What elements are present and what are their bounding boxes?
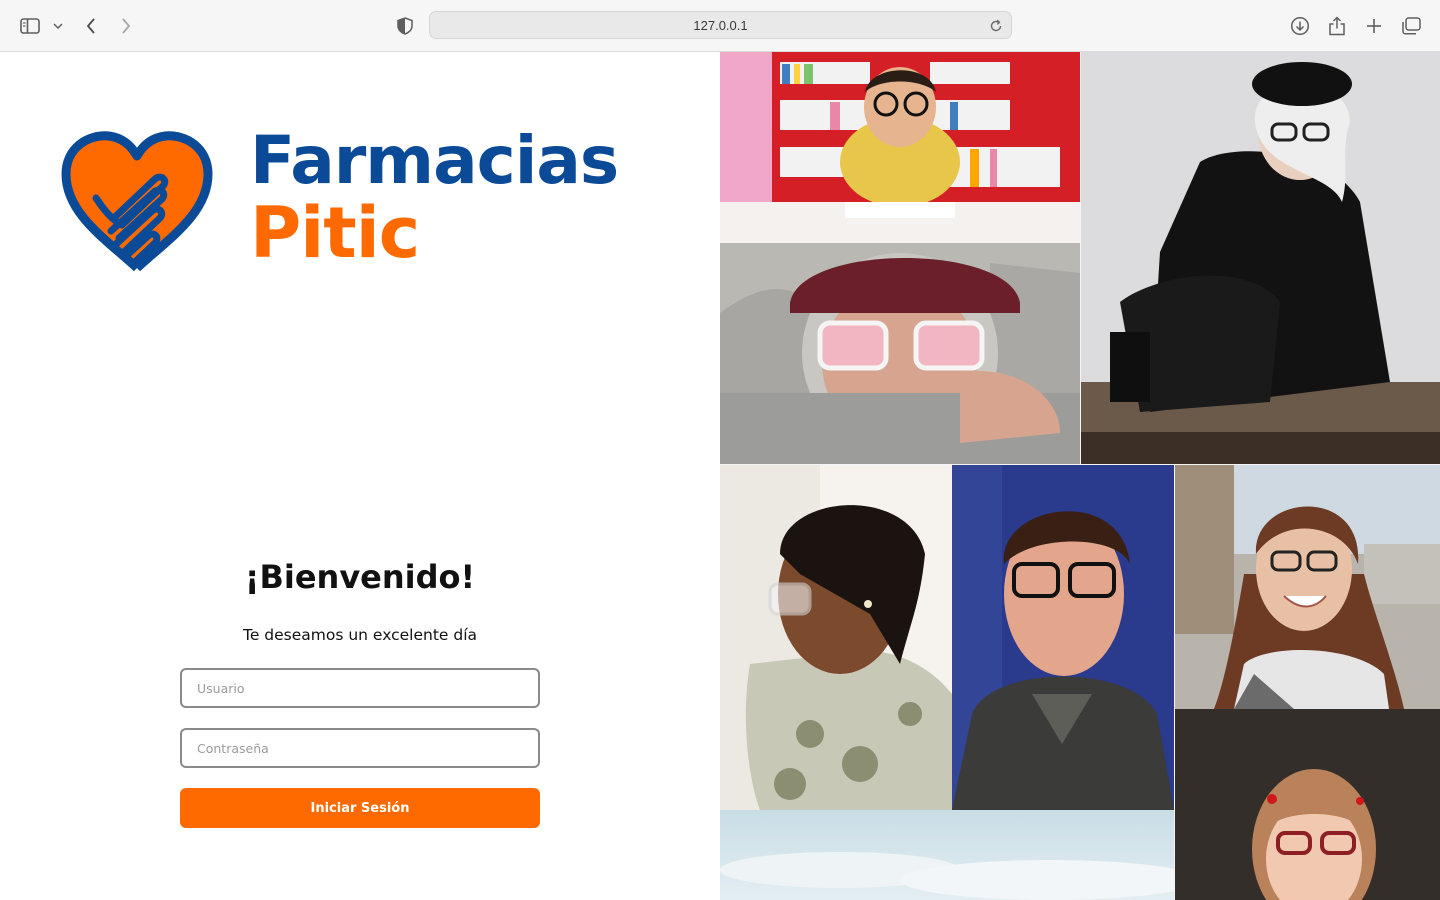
welcome-subtitle: Te deseamos un excelente día bbox=[242, 626, 477, 644]
back-icon[interactable] bbox=[78, 13, 104, 39]
download-icon[interactable] bbox=[1287, 13, 1313, 39]
reload-icon[interactable] bbox=[989, 18, 1005, 34]
sidebar-icon[interactable] bbox=[17, 13, 43, 39]
login-panel: Farmacias Pitic ¡Bienvenido! Te deseamos… bbox=[0, 52, 720, 900]
smiling-girl-glasses-photo bbox=[1174, 464, 1440, 709]
older-woman-black-outfit-photo bbox=[1080, 52, 1440, 464]
welcome-heading: ¡Bienvenido! bbox=[244, 558, 476, 596]
chevron-down-icon[interactable] bbox=[48, 13, 68, 39]
heart-hands-logo-icon bbox=[52, 128, 222, 278]
little-girl-red-glasses-photo bbox=[1174, 709, 1440, 900]
password-input[interactable] bbox=[180, 728, 540, 768]
browser-toolbar: 127.0.0.1 bbox=[0, 0, 1440, 52]
forward-icon[interactable] bbox=[113, 13, 139, 39]
brand-name-line2: Pitic bbox=[250, 192, 420, 274]
shield-icon[interactable] bbox=[392, 13, 418, 39]
young-man-glasses-photo bbox=[952, 464, 1174, 810]
collage-divider bbox=[720, 464, 1440, 465]
share-icon[interactable] bbox=[1324, 13, 1350, 39]
person-red-cap-pink-glasses-photo bbox=[720, 243, 1080, 464]
woman-braids-glasses-photo bbox=[720, 464, 952, 810]
new-tab-icon[interactable] bbox=[1361, 13, 1387, 39]
collage-divider bbox=[1080, 52, 1081, 464]
address-bar[interactable]: 127.0.0.1 bbox=[429, 11, 1012, 39]
username-input[interactable] bbox=[180, 668, 540, 708]
url-text: 127.0.0.1 bbox=[693, 18, 748, 33]
photo-collage bbox=[720, 52, 1440, 900]
collage-divider bbox=[1174, 464, 1175, 900]
child-with-glasses-photo bbox=[720, 52, 1080, 243]
tabs-overview-icon[interactable] bbox=[1398, 13, 1424, 39]
login-button[interactable]: Iniciar Sesión bbox=[180, 788, 540, 828]
sky-photo bbox=[720, 810, 1174, 900]
brand-name-line1: Farmacias bbox=[250, 122, 619, 199]
